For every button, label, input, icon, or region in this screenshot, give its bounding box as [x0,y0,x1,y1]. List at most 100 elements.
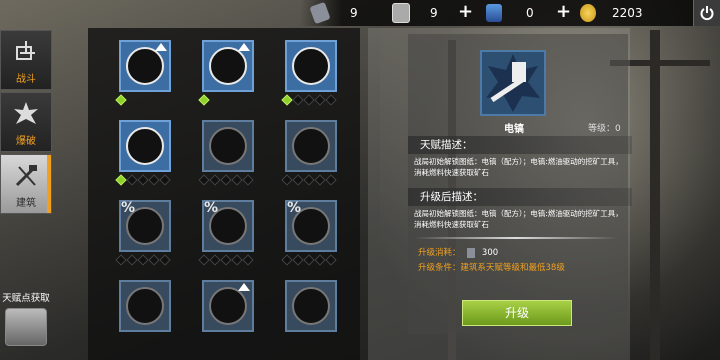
percent-badge: % [121,200,136,216]
add-crystal-button[interactable]: + [556,1,571,22]
level-dot-empty [115,254,127,266]
background-tower [650,30,660,360]
level-dot-empty [159,254,171,266]
talent-node[interactable]: % [285,200,337,252]
upgrade-cost-label: 升级消耗： [418,248,461,258]
level-dot-empty [209,254,221,266]
level-dot-empty [220,254,232,266]
divider [414,237,618,239]
level-dot-empty [148,174,160,186]
talent-node[interactable] [119,40,171,92]
level-dot-empty [231,174,243,186]
blueprint-card-icon [392,3,410,23]
gold-coin-icon [580,4,596,22]
crystal-card-icon [486,4,502,22]
resource-crystal: 0 [486,3,534,23]
level-dot-empty [198,254,210,266]
tools-icon [292,47,330,85]
talent-level-dots [198,254,254,266]
talent-node[interactable]: % [119,200,171,252]
hammer-saw-icon [15,165,37,187]
talent-point-source[interactable]: 天赋点获取 [0,290,52,346]
level-dot-empty [242,254,254,266]
level-dot-filled [198,94,210,106]
resource-value: 0 [526,6,534,20]
upgrade-button[interactable]: 升级 [462,300,572,326]
level-dot-empty [137,254,149,266]
resource-value: 2203 [612,6,643,20]
level-dot-empty [303,174,315,186]
chainsaw-icon [209,127,247,165]
level-dot-empty [325,94,337,106]
add-blueprint-button[interactable]: + [458,1,473,22]
percent-badge: % [204,200,219,216]
talent-level-dots [281,254,337,266]
electric-drill-icon [480,50,546,116]
category-sidebar: 战斗 爆破 建筑 [0,30,52,216]
bolt-can-icon [467,247,476,258]
after-desc-text: 战局初始解锁图纸：电镐（配方）；电镐:燃油驱动的挖矿工具，消耗燃料快速获取矿石 [414,209,623,229]
level-dot-empty [281,254,293,266]
level-dot-empty [292,174,304,186]
level-dot-empty [303,254,315,266]
level-dot-empty [126,174,138,186]
level-dot-empty [242,174,254,186]
talent-level-dots [198,174,254,186]
talent-level-dots [281,174,337,186]
tab-combat[interactable]: 战斗 [0,30,52,90]
talent-node[interactable] [119,120,171,172]
level-dot-empty [209,174,221,186]
upgrade-cost-value: 300 [481,248,499,258]
talent-point-source-label: 天赋点获取 [2,293,50,304]
detail-name: 电镐 [504,124,524,135]
talent-node[interactable]: % [202,200,254,252]
level-dot-filled [115,94,127,106]
upgrade-cost: 升级消耗： 300 [418,246,498,258]
talent-level-dots [115,94,127,106]
level-dot-filled [115,174,127,186]
level-dot-filled [281,94,293,106]
bolt-can-icon [309,1,331,25]
talent-node[interactable] [202,120,254,172]
electric-drill-icon [486,54,540,112]
arrow-up-icon [238,43,250,51]
level-dot-empty [292,94,304,106]
talent-level-dots [281,94,337,106]
level-dot-empty [314,174,326,186]
talent-level-dots [198,94,210,106]
talent-node[interactable] [119,280,171,332]
bolt-can-icon [5,308,47,346]
stone-up-icon [209,47,247,85]
talent-node[interactable] [202,40,254,92]
talent-level-dots [115,254,171,266]
explosion-icon [14,102,38,124]
drill-up-icon [209,287,247,325]
tab-label: 建筑 [16,198,36,209]
tab-building[interactable]: 建筑 [0,154,52,214]
level-dot-empty [198,174,210,186]
level-dot-empty [325,254,337,266]
level-dot-empty [292,254,304,266]
electric-drill-icon [292,287,330,325]
resource-bolt-can: 9 [309,1,358,25]
level-dot-empty [314,94,326,106]
talent-node[interactable] [285,40,337,92]
resource-gold: 2203 [580,3,643,23]
tab-label: 战斗 [16,74,36,85]
power-button[interactable] [693,0,720,26]
level-dot-empty [281,174,293,186]
wrench-flask-icon [292,127,330,165]
resource-value: 9 [350,6,358,20]
talent-node[interactable] [202,280,254,332]
tab-explosive[interactable]: 爆破 [0,92,52,152]
after-desc-title: 升级后描述： [408,188,632,206]
skull-icon [126,287,164,325]
medkit-icon [126,127,164,165]
percent-badge: % [287,200,302,216]
level-dot-empty [148,254,160,266]
arrow-up-icon [155,43,167,51]
talent-node[interactable] [285,280,337,332]
talent-node[interactable] [285,120,337,172]
level-dot-empty [126,254,138,266]
wood-up-icon [126,47,164,85]
